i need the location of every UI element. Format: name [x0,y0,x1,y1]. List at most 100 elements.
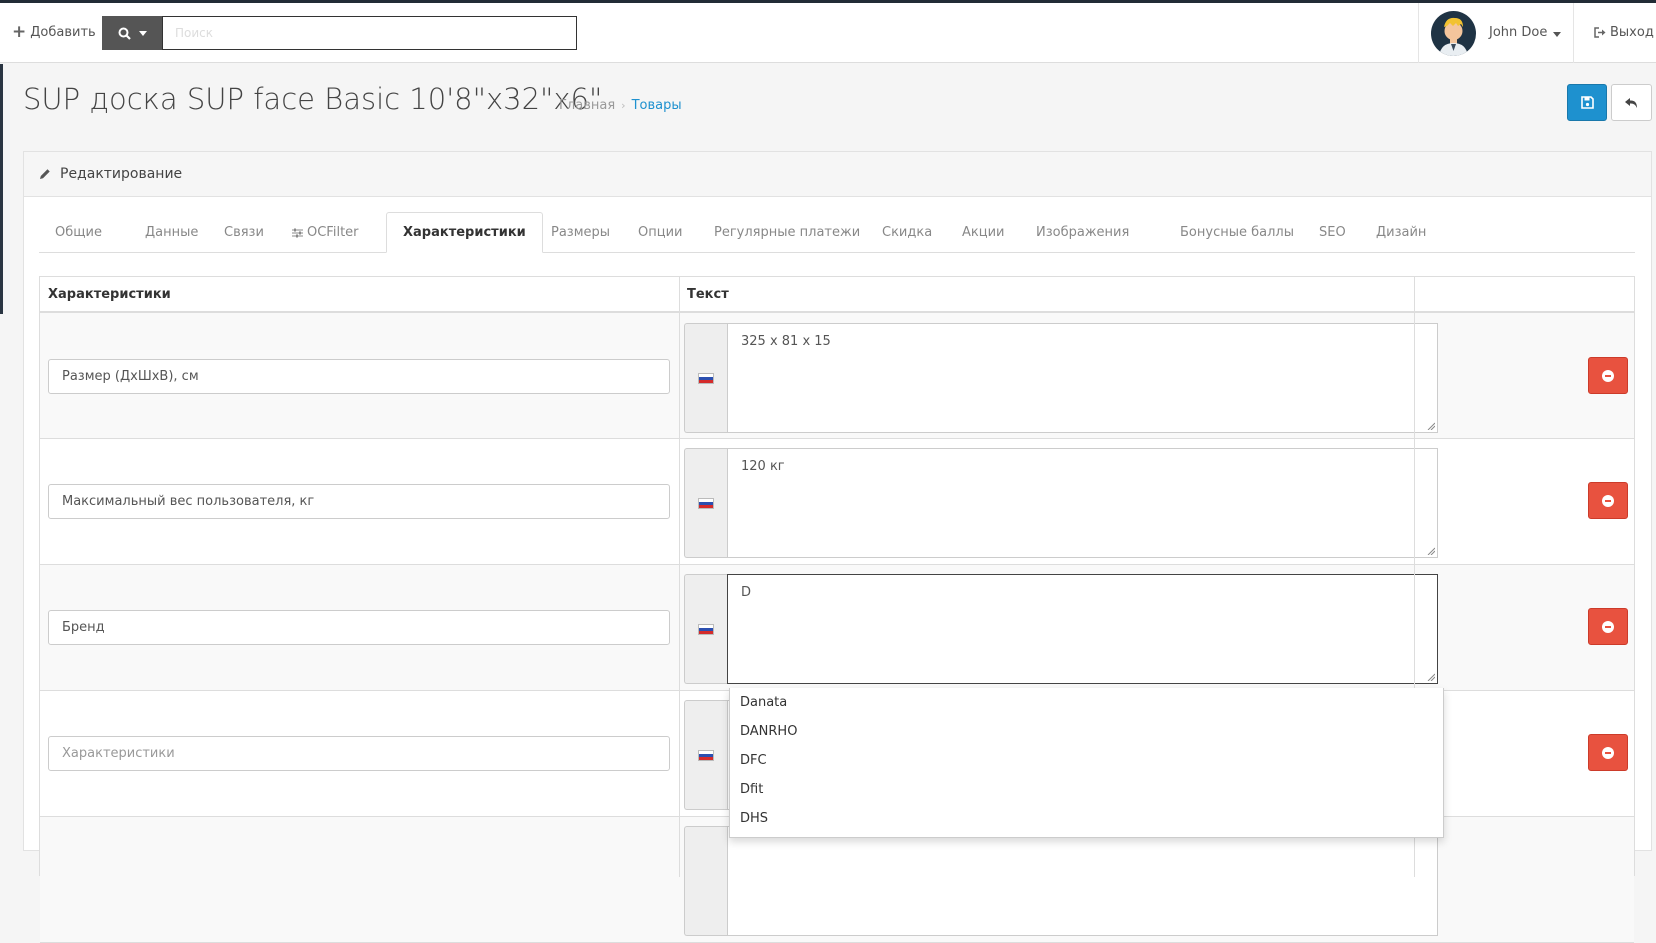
tab-label: Опции [638,225,683,240]
tab-seo[interactable]: SEO [1303,212,1362,253]
back-button[interactable] [1611,84,1652,121]
tab-label: Общие [55,225,102,240]
autocomplete-option[interactable]: Dfit [730,775,1443,804]
tab-label: Дизайн [1376,225,1427,240]
tab-specials[interactable]: Акции [946,212,1021,253]
user-name: John Doe [1489,25,1548,40]
tab-label: Связи [224,225,264,240]
panel-heading: Редактирование [24,152,1651,197]
search-dropdown-button[interactable] [102,16,162,50]
breadcrumb-home[interactable]: Главная [559,98,615,113]
remove-attribute-button[interactable] [1588,608,1628,645]
attribute-name-input[interactable]: Максимальный вес пользователя, кг [48,484,670,519]
tab-sizes[interactable]: Размеры [535,212,626,253]
tab-design[interactable]: Дизайн [1360,212,1442,253]
breadcrumb: Главная › Товары [559,98,682,113]
minus-circle-icon [1602,620,1614,633]
column-divider [679,277,680,877]
sign-out-icon [1594,27,1606,38]
resize-grip-icon[interactable] [1427,547,1435,555]
search-icon [118,27,131,40]
tab-attributes[interactable]: Характеристики [386,212,543,253]
panel-title: Редактирование [60,166,183,182]
tab-label: Изображения [1036,225,1130,240]
autocomplete-dropdown: Danata DANRHO DFC Dfit DHS [729,688,1444,838]
russian-flag-icon [698,749,714,761]
add-button[interactable]: + Добавить [12,22,96,42]
tab-images[interactable]: Изображения [1020,212,1145,253]
remove-attribute-button[interactable] [1588,357,1628,394]
tab-label: Характеристики [403,225,526,240]
autocomplete-option[interactable]: DHS [730,804,1443,833]
minus-circle-icon [1602,746,1614,759]
attribute-text-input[interactable]: D [727,574,1438,684]
resize-grip-icon[interactable] [1427,673,1435,681]
save-icon [1580,96,1594,109]
tab-reward-points[interactable]: Бонусные баллы [1164,212,1310,253]
tab-label: Бонусные баллы [1180,225,1294,240]
pencil-icon [40,169,50,179]
column-header-text: Текст [679,277,1414,313]
russian-flag-icon [698,372,714,384]
top-header: + Добавить John Doe [0,3,1656,63]
attribute-text-input[interactable]: 120 кг [727,448,1438,558]
caret-down-icon [138,30,147,36]
breadcrumb-products[interactable]: Товары [632,98,682,113]
table-row: Бренд D [40,565,1634,691]
remove-attribute-button[interactable] [1588,482,1628,519]
tab-label: OCFilter [307,225,359,240]
table-row: Максимальный вес пользователя, кг 120 кг [40,439,1634,565]
language-addon [684,448,727,558]
save-button[interactable] [1567,84,1607,121]
tab-links[interactable]: Связи [208,212,280,253]
language-addon [684,700,727,810]
tab-label: Скидка [882,225,933,240]
page-title: SUP доска SUP face Basic 10'8"x32"x6" [23,82,603,116]
user-menu[interactable]: John Doe [1418,3,1574,63]
attribute-text-value: D [741,585,752,600]
autocomplete-option[interactable]: Danata [730,688,1443,717]
column-header-action [1414,277,1634,313]
language-addon [684,574,727,684]
minus-circle-icon [1602,494,1614,507]
attribute-name-input[interactable]: Бренд [48,610,670,645]
attribute-text-input[interactable] [727,826,1438,936]
sidebar-edge [0,64,3,314]
tab-recurring[interactable]: Регулярные платежи [698,212,876,253]
tab-label: Данные [145,225,199,240]
avatar [1431,11,1476,56]
autocomplete-option[interactable]: DANRHO [730,717,1443,746]
reply-icon [1625,97,1637,108]
attribute-text-value: 120 кг [741,459,785,474]
search-input[interactable] [162,16,577,50]
tab-bar: Общие Данные Связи OCFilter Характеристи… [39,212,1635,253]
resize-grip-icon[interactable] [1427,422,1435,430]
tab-label: Размеры [551,225,611,240]
logout-label: Выход [1610,25,1654,40]
tab-data[interactable]: Данные [129,212,214,253]
caret-down-icon [1553,32,1561,37]
add-label: Добавить [30,25,96,40]
russian-flag-icon [698,623,714,635]
tab-ocfilter[interactable]: OCFilter [276,212,375,253]
attribute-name-input[interactable]: Характеристики [48,736,670,771]
tab-label: Регулярные платежи [714,225,861,240]
attribute-text-value: 325 x 81 x 15 [741,334,831,349]
tab-general[interactable]: Общие [39,212,118,253]
logout-link[interactable]: Выход [1594,25,1654,40]
russian-flag-icon [698,497,714,509]
attribute-text-input[interactable]: 325 x 81 x 15 [727,323,1438,433]
table-row: Размер (ДхШхВ), см 325 x 81 x 15 [40,313,1634,439]
plus-icon: + [12,22,27,42]
tab-label: Акции [962,225,1005,240]
tab-discount[interactable]: Скидка [866,212,948,253]
column-header-attribute: Характеристики [40,277,679,313]
remove-attribute-button[interactable] [1588,734,1628,771]
language-addon [684,323,727,433]
attribute-name-input[interactable]: Размер (ДхШхВ), см [48,359,670,394]
tab-options[interactable]: Опции [622,212,698,253]
autocomplete-option[interactable]: DFC [730,746,1443,775]
minus-circle-icon [1602,369,1614,382]
language-addon [684,826,727,936]
chevron-right-icon: › [621,99,626,112]
